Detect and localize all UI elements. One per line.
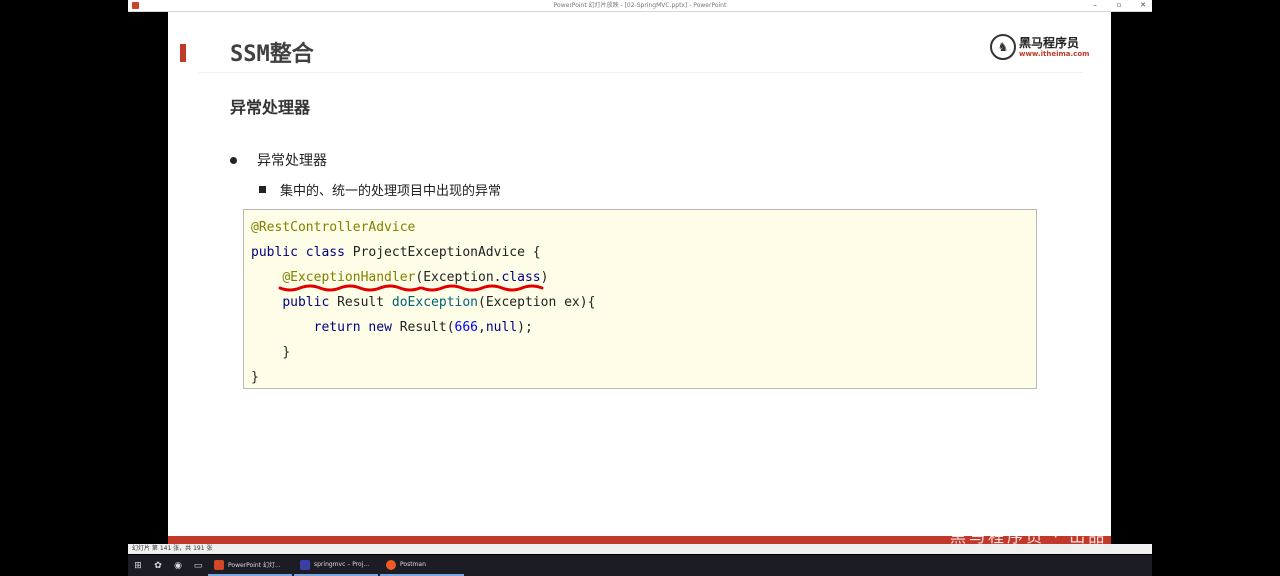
taskbar-task-powerpoint[interactable]: PowerPoint 幻灯... <box>208 555 292 576</box>
taskbar: ⊞ ✿ ◉ ▭ PowerPoint 幻灯... springmvc – Pro… <box>128 555 1152 576</box>
window-title: PowerPoint 幻灯片放映 - [02-SpringMVC.pptx] -… <box>553 2 727 9</box>
powerpoint-app-icon <box>132 2 139 9</box>
bullet-square-icon <box>259 186 266 193</box>
window-controls: – ▫ ✕ <box>1090 0 1148 11</box>
file-explorer-icon[interactable]: ▭ <box>188 555 208 576</box>
video-watermark: 黑马程序员 · 出品 <box>950 527 1108 546</box>
bullet-dot-icon <box>230 156 237 164</box>
bullet-level1: 异常处理器 <box>230 150 327 170</box>
postman-icon <box>386 559 396 570</box>
code-block: @RestControllerAdvice public class Proje… <box>243 209 1037 389</box>
bullet-level2: 集中的、统一的处理项目中出现的异常 <box>259 180 501 199</box>
logo-url: www.itheima.com <box>1019 50 1090 58</box>
powerpoint-icon <box>214 559 224 570</box>
code-line-6: } <box>282 345 291 360</box>
chrome-icon[interactable]: ◉ <box>168 555 188 576</box>
horse-logo-icon: ♞ <box>990 34 1016 60</box>
code-line-2: public class ProjectExceptionAdvice { <box>251 245 541 260</box>
bullet-text: 异常处理器 <box>257 153 327 169</box>
itheima-logo: ♞ 黑马程序员 www.itheima.com <box>990 34 1089 60</box>
code-line-7: } <box>251 370 259 385</box>
app-icon[interactable]: ✿ <box>148 555 168 576</box>
close-button[interactable]: ✕ <box>1138 0 1148 11</box>
window-title-bar: PowerPoint 幻灯片放映 - [02-SpringMVC.pptx] -… <box>128 0 1152 12</box>
intellij-icon <box>300 559 310 570</box>
code-line-3: @ExceptionHandler(Exception.class) <box>282 270 549 285</box>
taskbar-task-intellij[interactable]: springmvc – Proj... <box>294 555 378 576</box>
windows-start-icon[interactable]: ⊞ <box>128 555 148 576</box>
sub-bullet-text: 集中的、统一的处理项目中出现的异常 <box>280 184 502 199</box>
title-divider <box>198 72 1083 73</box>
slide-title: SSM整合 <box>230 42 314 67</box>
taskbar-task-postman[interactable]: Postman <box>380 555 464 576</box>
slide-canvas[interactable]: SSM整合 ♞ 黑马程序员 www.itheima.com 异常处理器 异常处理… <box>168 12 1111 544</box>
maximize-button[interactable]: ▫ <box>1114 0 1124 11</box>
code-line-1: @RestControllerAdvice <box>251 220 416 235</box>
title-accent-bar <box>180 44 186 62</box>
code-line-4: public Result doException(Exception ex){ <box>282 295 596 310</box>
slide-subtitle: 异常处理器 <box>230 98 311 117</box>
logo-name: 黑马程序员 <box>1019 36 1080 50</box>
minimize-button[interactable]: – <box>1090 0 1100 11</box>
code-line-5: return new Result(666,null); <box>313 320 533 335</box>
slide-counter: 幻灯片 第 141 张，共 191 张 <box>132 545 213 552</box>
